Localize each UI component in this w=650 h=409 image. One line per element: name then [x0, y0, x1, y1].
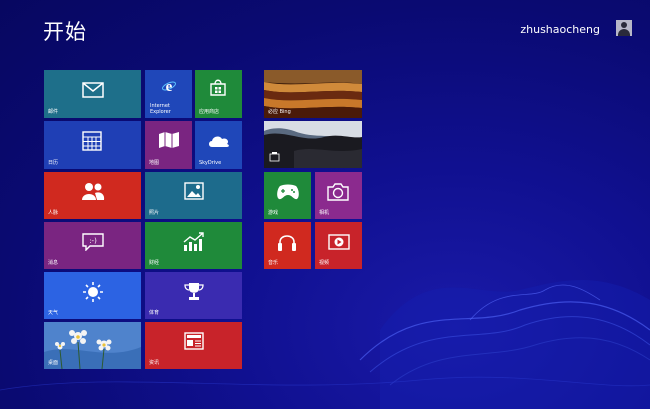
- tile-music[interactable]: 音乐: [264, 222, 311, 269]
- internet-explorer-icon: e: [162, 79, 176, 95]
- cloud-icon: [209, 136, 229, 147]
- tile-mail[interactable]: 邮件: [44, 70, 141, 118]
- tile-desktop[interactable]: 桌面: [44, 322, 141, 369]
- tile-label: Internet Explorer: [150, 103, 171, 115]
- tile-weather[interactable]: 天气: [44, 272, 141, 319]
- chat-icon: :-): [82, 233, 104, 251]
- tile-label: 消息: [48, 260, 59, 266]
- tile-calendar[interactable]: 日历: [44, 121, 141, 169]
- photo-icon: [184, 182, 204, 200]
- tile-label: 音乐: [268, 260, 279, 266]
- tile-maps[interactable]: 地图: [145, 121, 192, 169]
- tile-label: 天气: [48, 310, 59, 316]
- headphones-icon: [278, 235, 296, 251]
- camera-icon: [327, 183, 349, 201]
- tile-sports[interactable]: 体育: [145, 272, 242, 319]
- tile-label: 资讯: [149, 360, 160, 366]
- mail-icon: [82, 82, 104, 98]
- tile-label: 应用商店: [199, 109, 220, 115]
- play-icon: [328, 234, 350, 250]
- tile-label: 人脉: [48, 210, 59, 216]
- tile-bing[interactable]: 必应 Bing: [264, 70, 362, 118]
- tile-label: 必应 Bing: [268, 109, 291, 115]
- gamepad-icon: [277, 184, 299, 200]
- tile-photos[interactable]: 照片: [145, 172, 242, 219]
- map-icon: [159, 132, 179, 148]
- trophy-icon: [184, 283, 204, 300]
- store-icon: [210, 79, 226, 96]
- tile-games[interactable]: 游戏: [264, 172, 311, 219]
- tile-finance[interactable]: 财经: [145, 222, 242, 269]
- desktop-wallpaper: [44, 322, 141, 369]
- tile-store[interactable]: 应用商店: [195, 70, 242, 118]
- people-icon: [82, 183, 105, 200]
- user-name[interactable]: zhushaocheng: [520, 23, 600, 36]
- tile-messaging[interactable]: :-) 消息: [44, 222, 141, 269]
- tile-label: 财经: [149, 260, 160, 266]
- news-icon: [184, 332, 204, 350]
- calendar-icon: [82, 131, 102, 151]
- user-avatar-icon[interactable]: [616, 20, 632, 36]
- tile-label: 游戏: [268, 210, 279, 216]
- tile-skydrive[interactable]: SkyDrive: [195, 121, 242, 169]
- tile-travel[interactable]: [264, 121, 362, 168]
- tile-camera[interactable]: 相机: [315, 172, 362, 219]
- chart-up-icon: [183, 232, 204, 251]
- tile-people[interactable]: 人脉: [44, 172, 141, 219]
- tile-label: 地图: [149, 160, 160, 166]
- page-title: 开始: [43, 20, 87, 44]
- sun-icon: [83, 282, 103, 302]
- svg-text:e: e: [166, 79, 173, 95]
- tile-label: 体育: [149, 310, 160, 316]
- tile-label: 邮件: [48, 109, 59, 115]
- travel-photo: [264, 121, 362, 168]
- tile-internet-explorer[interactable]: e Internet Explorer: [145, 70, 192, 118]
- tile-video[interactable]: 视频: [315, 222, 362, 269]
- svg-text::-): :-): [89, 237, 97, 245]
- tile-label: 相机: [319, 210, 330, 216]
- tile-label: 日历: [48, 160, 59, 166]
- tile-label: 照片: [149, 210, 160, 216]
- tile-label: 桌面: [48, 360, 59, 366]
- tile-news[interactable]: 资讯: [145, 322, 242, 369]
- tile-label: 视频: [319, 260, 330, 266]
- tile-label: SkyDrive: [199, 160, 222, 166]
